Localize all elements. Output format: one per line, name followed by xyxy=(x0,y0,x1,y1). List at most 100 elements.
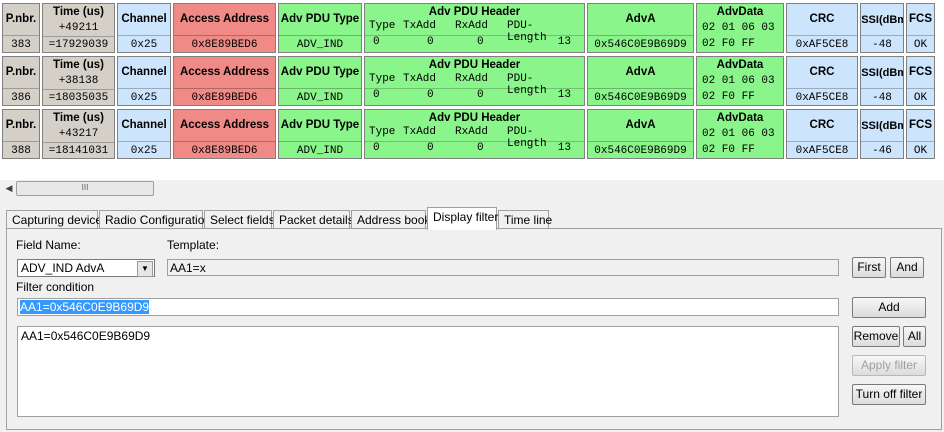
tab-select-fields[interactable]: Select fields xyxy=(204,210,275,229)
template-label: Template: xyxy=(167,238,220,252)
time-delta: +38138 xyxy=(58,75,99,87)
cell-value: 0x546C0E9B69D9 xyxy=(588,141,693,158)
time-cell: Time (us) +43217 =18141031 xyxy=(42,109,115,159)
type-value: 0 xyxy=(373,89,380,101)
column-header: RSSI(dBm) xyxy=(861,13,903,26)
type-value: 0 xyxy=(373,142,380,154)
column-header: P.nbr. xyxy=(5,66,37,78)
channel-cell: Channel 0x25 xyxy=(117,56,171,106)
advdata-cell: AdvData 02 01 06 03 02 F0 FF xyxy=(696,109,784,159)
column-header: CRC xyxy=(809,13,835,25)
packet-row[interactable]: P.nbr. 383 Time (us) +49211 =17929039 Chan… xyxy=(0,3,944,53)
turn-off-filter-button[interactable]: Turn off filter xyxy=(852,384,926,405)
column-header: Access Address xyxy=(179,66,270,78)
access-address-cell: Access Address 0x8E89BED6 xyxy=(173,109,276,159)
header-field-label: PDU-Length xyxy=(507,73,547,97)
tab-display-filter[interactable]: Display filter xyxy=(427,207,498,230)
scrollbar-thumb[interactable]: III xyxy=(16,181,154,196)
chevron-down-icon[interactable]: ▼ xyxy=(137,261,153,277)
field-name-select[interactable]: ADV_IND AdvA ▼ xyxy=(17,259,155,277)
and-button[interactable]: And xyxy=(890,257,924,278)
txadd-value: 0 xyxy=(427,36,434,48)
pnbr-cell: P.nbr. 386 xyxy=(2,56,40,106)
fcs-cell: FCS OK xyxy=(906,56,935,106)
channel-cell: Channel 0x25 xyxy=(117,3,171,53)
header-field-label: TxAdd xyxy=(403,73,437,85)
adv-pdu-type-cell: Adv PDU Type ADV_IND xyxy=(278,3,362,53)
column-header: Adv PDU Type xyxy=(280,119,360,131)
packet-row[interactable]: P.nbr. 388 Time (us) +43217 =18141031 Chan… xyxy=(0,109,944,159)
cell-value: 0x8E89BED6 xyxy=(174,141,275,158)
cell-value: 0x25 xyxy=(118,141,170,158)
header-field-label: TxAdd xyxy=(403,126,437,138)
column-header: CRC xyxy=(809,66,835,78)
column-header: AdvA xyxy=(625,66,656,78)
horizontal-scrollbar[interactable]: ◀ III xyxy=(0,180,944,196)
column-header: Access Address xyxy=(179,13,270,25)
header-field-label: RxAdd xyxy=(455,126,489,138)
header-field-label: PDU-Length xyxy=(507,126,547,150)
template-field: AA1=x xyxy=(167,259,839,276)
time-delta: +49211 xyxy=(58,22,99,34)
pnbr-cell: P.nbr. 388 xyxy=(2,109,40,159)
column-header: Adv PDU Header xyxy=(428,58,521,71)
column-header: Time (us) xyxy=(53,58,104,71)
fcs-cell: FCS OK xyxy=(906,109,935,159)
tab-address-book[interactable]: Address book xyxy=(351,210,430,229)
packet-row[interactable]: P.nbr. 386 Time (us) +38138 =18035035 Chan… xyxy=(0,56,944,106)
cell-value: -48 xyxy=(861,35,903,52)
add-button[interactable]: Add xyxy=(852,297,926,318)
filter-condition-value: AA1=0x546C0E9B69D9 xyxy=(20,300,150,314)
tab-time-line[interactable]: Time line xyxy=(498,210,552,229)
time-value: =17929039 xyxy=(43,36,114,52)
time-delta: +43217 xyxy=(58,128,99,140)
all-button[interactable]: All xyxy=(903,326,926,347)
rssi-cell: RSSI(dBm) -46 xyxy=(860,109,904,159)
list-item[interactable]: AA1=0x546C0E9B69D9 xyxy=(21,329,835,343)
fcs-cell: FCS OK xyxy=(906,3,935,53)
rxadd-value: 0 xyxy=(477,89,484,101)
filter-list[interactable]: AA1=0x546C0E9B69D9 xyxy=(17,326,839,417)
filter-condition-input[interactable]: AA1=0x546C0E9B69D9 xyxy=(17,298,839,316)
tab-radio-configuration[interactable]: Radio Configuration xyxy=(99,210,211,229)
header-field-label: Type xyxy=(369,73,396,85)
txadd-value: 0 xyxy=(427,142,434,154)
remove-button[interactable]: Remove xyxy=(852,326,900,347)
tab-capturing-device[interactable]: Capturing device xyxy=(6,210,102,229)
packet-list: P.nbr. 383 Time (us) +49211 =17929039 Chan… xyxy=(0,0,944,180)
adva-cell: AdvA 0x546C0E9B69D9 xyxy=(587,109,694,159)
advdata-line: 02 F0 FF xyxy=(702,91,755,103)
rssi-cell: RSSI(dBm) -48 xyxy=(860,56,904,106)
cell-value: OK xyxy=(907,141,934,158)
advdata-line: 02 01 06 03 xyxy=(702,75,775,87)
pdu-length-value: 13 xyxy=(557,142,571,154)
scroll-left-arrow-icon[interactable]: ◀ xyxy=(2,180,16,196)
type-value: 0 xyxy=(373,36,380,48)
column-header: AdvData xyxy=(716,111,764,124)
first-button[interactable]: First xyxy=(852,257,886,278)
adva-cell: AdvA 0x546C0E9B69D9 xyxy=(587,3,694,53)
adv-pdu-type-cell: Adv PDU Type ADV_IND xyxy=(278,56,362,106)
pnbr-cell: P.nbr. 383 xyxy=(2,3,40,53)
field-name-value: ADV_IND AdvA xyxy=(21,261,105,275)
tab-packet-details[interactable]: Packet details xyxy=(273,210,354,229)
display-filter-panel: Field Name: Template: ADV_IND AdvA ▼ AA1… xyxy=(6,228,942,430)
header-field-label: Type xyxy=(369,20,396,32)
column-header: Channel xyxy=(121,13,167,25)
advdata-cell: AdvData 02 01 06 03 02 F0 FF xyxy=(696,3,784,53)
rxadd-value: 0 xyxy=(477,142,484,154)
rssi-cell: RSSI(dBm) -48 xyxy=(860,3,904,53)
access-address-cell: Access Address 0x8E89BED6 xyxy=(173,56,276,106)
column-header: AdvA xyxy=(625,119,656,131)
column-header: AdvData xyxy=(716,58,764,71)
apply-filter-button[interactable]: Apply filter xyxy=(852,355,926,376)
cell-value: 386 xyxy=(3,88,39,105)
cell-value: 0xAF5CE8 xyxy=(787,35,857,52)
advdata-line: 02 F0 FF xyxy=(702,38,755,50)
time-value: =18141031 xyxy=(43,142,114,158)
cell-value: 0x25 xyxy=(118,35,170,52)
cell-value: 0x546C0E9B69D9 xyxy=(588,88,693,105)
field-name-label: Field Name: xyxy=(16,238,81,252)
column-header: Adv PDU Header xyxy=(428,111,521,124)
column-header: Channel xyxy=(121,66,167,78)
